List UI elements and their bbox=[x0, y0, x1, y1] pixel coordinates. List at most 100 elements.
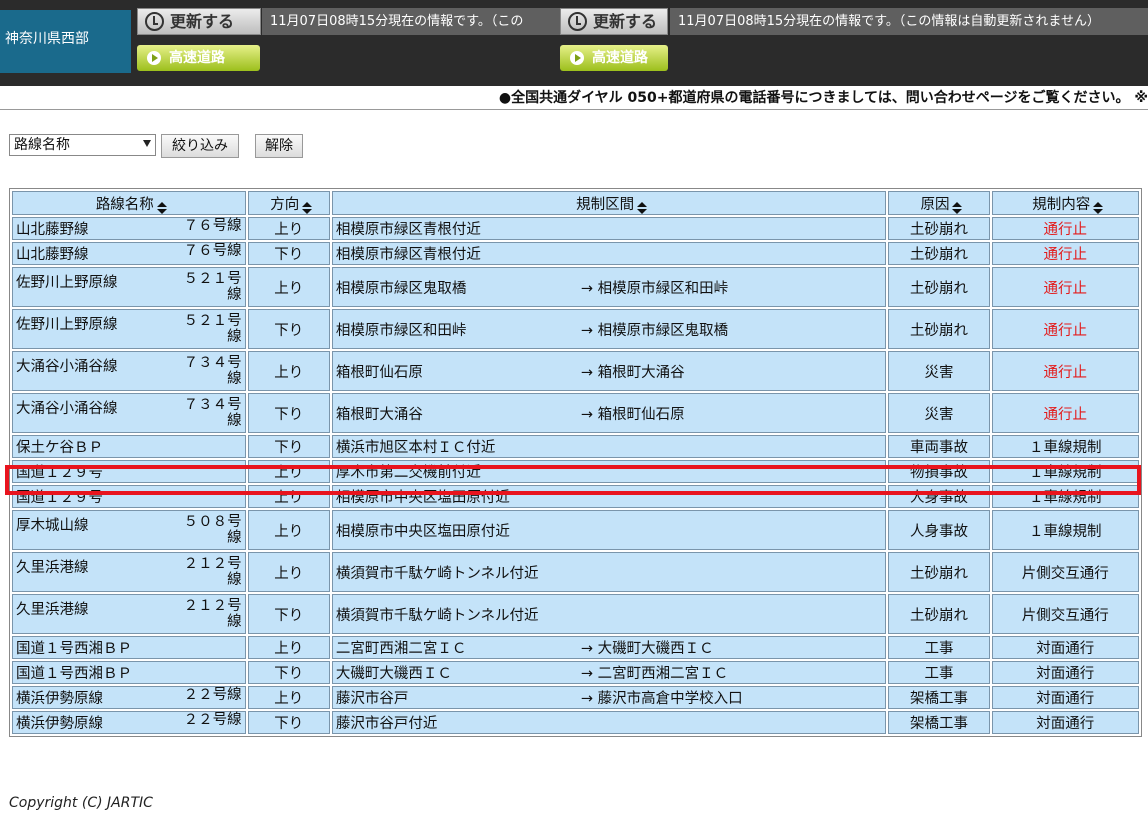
section-to: → 相模原市緑区鬼取橋 bbox=[580, 322, 729, 339]
cause-cell: 土砂崩れ bbox=[888, 217, 990, 240]
info-text: 11月07日08時15分現在の情報です。（この bbox=[262, 8, 560, 35]
content-cell: 対面通行 bbox=[991, 686, 1139, 709]
table-row: 久里浜港線 ２１２号線 上り 横須賀市千駄ケ崎トンネル付近 土砂崩れ 片側交互通行 bbox=[12, 552, 1139, 592]
clock-icon bbox=[145, 12, 164, 31]
route-name: 大涌谷小涌谷線 bbox=[16, 359, 118, 375]
notice-banner: ●全国共通ダイヤル 050+都道府県の電話番号につきましては、問い合わせページを… bbox=[0, 86, 1148, 110]
route-cell: 大涌谷小涌谷線 ７３４号線 bbox=[12, 351, 246, 391]
direction-cell: 上り bbox=[247, 217, 330, 240]
table-row: 保土ケ谷ＢＰ 下り 横浜市旭区本村ＩＣ付近 車両事故 １車線規制 bbox=[12, 435, 1139, 458]
route-select[interactable]: 路線名称 bbox=[9, 134, 156, 156]
update-button-label: 更新する bbox=[593, 12, 658, 31]
table-row: 佐野川上野原線 ５２１号線 上り 相模原市緑区鬼取橋 → 相模原市緑区和田峠 土砂崩れ 通行… bbox=[12, 267, 1139, 307]
section-from: 相模原市緑区青根付近 bbox=[335, 247, 481, 263]
section-cell: 相模原市中央区塩田原付近 bbox=[331, 510, 887, 550]
route-name: 横浜伊勢原線 bbox=[16, 691, 103, 707]
direction-cell: 下り bbox=[247, 435, 330, 458]
direction-cell: 下り bbox=[247, 661, 330, 684]
route-name: 大涌谷小涌谷線 bbox=[16, 401, 118, 417]
route-number: ７６号線 bbox=[183, 218, 242, 234]
route-cell: 久里浜港線 ２１２号線 bbox=[12, 594, 246, 634]
route-cell: 国道１号西湘ＢＰ bbox=[12, 636, 246, 659]
section-to: → 藤沢市高倉中学校入口 bbox=[580, 691, 743, 707]
content-cell: 通行止 bbox=[991, 217, 1139, 240]
header-content[interactable]: 規制内容 bbox=[991, 191, 1139, 215]
region-label: 神奈川県西部 bbox=[0, 10, 131, 73]
section-to: → 大磯町大磯西ＩＣ bbox=[580, 641, 714, 657]
highway-button-label: 高速道路 bbox=[592, 50, 648, 66]
route-cell: 横浜伊勢原線 ２２号線 bbox=[12, 711, 246, 734]
section-cell: 藤沢市谷戸 → 藤沢市高倉中学校入口 bbox=[331, 686, 887, 709]
clear-button[interactable]: 解除 bbox=[255, 134, 303, 158]
route-name: 厚木城山線 bbox=[16, 518, 89, 534]
section-from: 大磯町大磯西ＩＣ bbox=[335, 666, 452, 682]
section-from: 横浜市旭区本村ＩＣ付近 bbox=[335, 440, 496, 456]
section-from: 二宮町西湘二宮ＩＣ bbox=[335, 641, 467, 657]
route-number: ２２号線 bbox=[183, 687, 242, 703]
route-name: 久里浜港線 bbox=[16, 602, 89, 618]
content-cell: 対面通行 bbox=[991, 711, 1139, 734]
content-cell: 片側交互通行 bbox=[991, 552, 1139, 592]
highway-button-2[interactable]: 高速道路 bbox=[560, 45, 668, 71]
route-name: 山北藤野線 bbox=[16, 247, 89, 263]
route-number: ７６号線 bbox=[183, 243, 242, 259]
cause-cell: 土砂崩れ bbox=[888, 267, 990, 307]
header-cause[interactable]: 原因 bbox=[888, 191, 990, 215]
play-arrow-icon bbox=[570, 51, 584, 65]
route-name: 佐野川上野原線 bbox=[16, 317, 118, 333]
content-cell: 通行止 bbox=[991, 351, 1139, 391]
cause-cell: 土砂崩れ bbox=[888, 242, 990, 265]
route-cell: 久里浜港線 ２１２号線 bbox=[12, 552, 246, 592]
table-row: 山北藤野線 ７６号線 下り 相模原市緑区青根付近 土砂崩れ 通行止 bbox=[12, 242, 1139, 265]
info-text-2: 11月07日08時15分現在の情報です。（この情報は自動更新されません） bbox=[670, 8, 1148, 35]
section-from: 藤沢市谷戸 bbox=[335, 691, 409, 707]
route-number: ５０８号線 bbox=[183, 514, 242, 546]
header-section[interactable]: 規制区間 bbox=[331, 191, 887, 215]
route-number: ７３４号線 bbox=[183, 397, 242, 429]
direction-cell: 下り bbox=[247, 309, 330, 349]
section-from: 箱根町大涌谷 bbox=[335, 406, 423, 423]
direction-cell: 上り bbox=[247, 267, 330, 307]
content-cell: 対面通行 bbox=[991, 636, 1139, 659]
section-cell: 相模原市緑区青根付近 bbox=[331, 217, 887, 240]
route-name: 山北藤野線 bbox=[16, 222, 89, 238]
section-cell: 横須賀市千駄ケ崎トンネル付近 bbox=[331, 552, 887, 592]
update-button-2[interactable]: 更新する bbox=[560, 8, 668, 35]
narrow-button[interactable]: 絞り込み bbox=[161, 134, 239, 158]
update-button-label: 更新する bbox=[170, 12, 235, 31]
route-cell: 大涌谷小涌谷線 ７３４号線 bbox=[12, 393, 246, 433]
route-cell: 佐野川上野原線 ５２１号線 bbox=[12, 309, 246, 349]
table-row: 久里浜港線 ２１２号線 下り 横須賀市千駄ケ崎トンネル付近 土砂崩れ 片側交互通行 bbox=[12, 594, 1139, 634]
content-cell: 通行止 bbox=[991, 242, 1139, 265]
route-cell: 保土ケ谷ＢＰ bbox=[12, 435, 246, 458]
route-cell: 横浜伊勢原線 ２２号線 bbox=[12, 686, 246, 709]
content-cell: 対面通行 bbox=[991, 661, 1139, 684]
cause-cell: 土砂崩れ bbox=[888, 552, 990, 592]
content-cell: 通行止 bbox=[991, 267, 1139, 307]
section-to: → 箱根町仙石原 bbox=[580, 406, 685, 423]
section-from: 横須賀市千駄ケ崎トンネル付近 bbox=[335, 565, 539, 582]
table-row: 国道１号西湘ＢＰ 下り 大磯町大磯西ＩＣ → 二宮町西湘二宮ＩＣ 工事 対面通行 bbox=[12, 661, 1139, 684]
section-from: 相模原市緑区鬼取橋 bbox=[335, 280, 467, 297]
header-route[interactable]: 路線名称 bbox=[12, 191, 246, 215]
section-from: 相模原市緑区和田峠 bbox=[335, 322, 467, 339]
content-cell: １車線規制 bbox=[991, 510, 1139, 550]
direction-cell: 下り bbox=[247, 594, 330, 634]
direction-cell: 上り bbox=[247, 686, 330, 709]
route-number: ２１２号線 bbox=[183, 598, 242, 630]
copyright: Copyright (C) JARTIC bbox=[9, 795, 153, 811]
header-direction[interactable]: 方向 bbox=[247, 191, 330, 215]
cause-cell: 人身事故 bbox=[888, 510, 990, 550]
cause-cell: 架橋工事 bbox=[888, 686, 990, 709]
table-row: 佐野川上野原線 ５２１号線 下り 相模原市緑区和田峠 → 相模原市緑区鬼取橋 土砂崩れ 通行… bbox=[12, 309, 1139, 349]
section-cell: 二宮町西湘二宮ＩＣ → 大磯町大磯西ＩＣ bbox=[331, 636, 887, 659]
section-from: 相模原市中央区塩田原付近 bbox=[335, 523, 510, 540]
content-cell: 通行止 bbox=[991, 393, 1139, 433]
cause-cell: 車両事故 bbox=[888, 435, 990, 458]
route-cell: 厚木城山線 ５０８号線 bbox=[12, 510, 246, 550]
header-bar: 神奈川県西部 更新する 11月07日08時15分現在の情報です。（この 更新する… bbox=[0, 0, 1148, 86]
update-button[interactable]: 更新する bbox=[137, 8, 261, 35]
section-cell: 大磯町大磯西ＩＣ → 二宮町西湘二宮ＩＣ bbox=[331, 661, 887, 684]
highway-button[interactable]: 高速道路 bbox=[137, 45, 260, 71]
cause-cell: 工事 bbox=[888, 636, 990, 659]
